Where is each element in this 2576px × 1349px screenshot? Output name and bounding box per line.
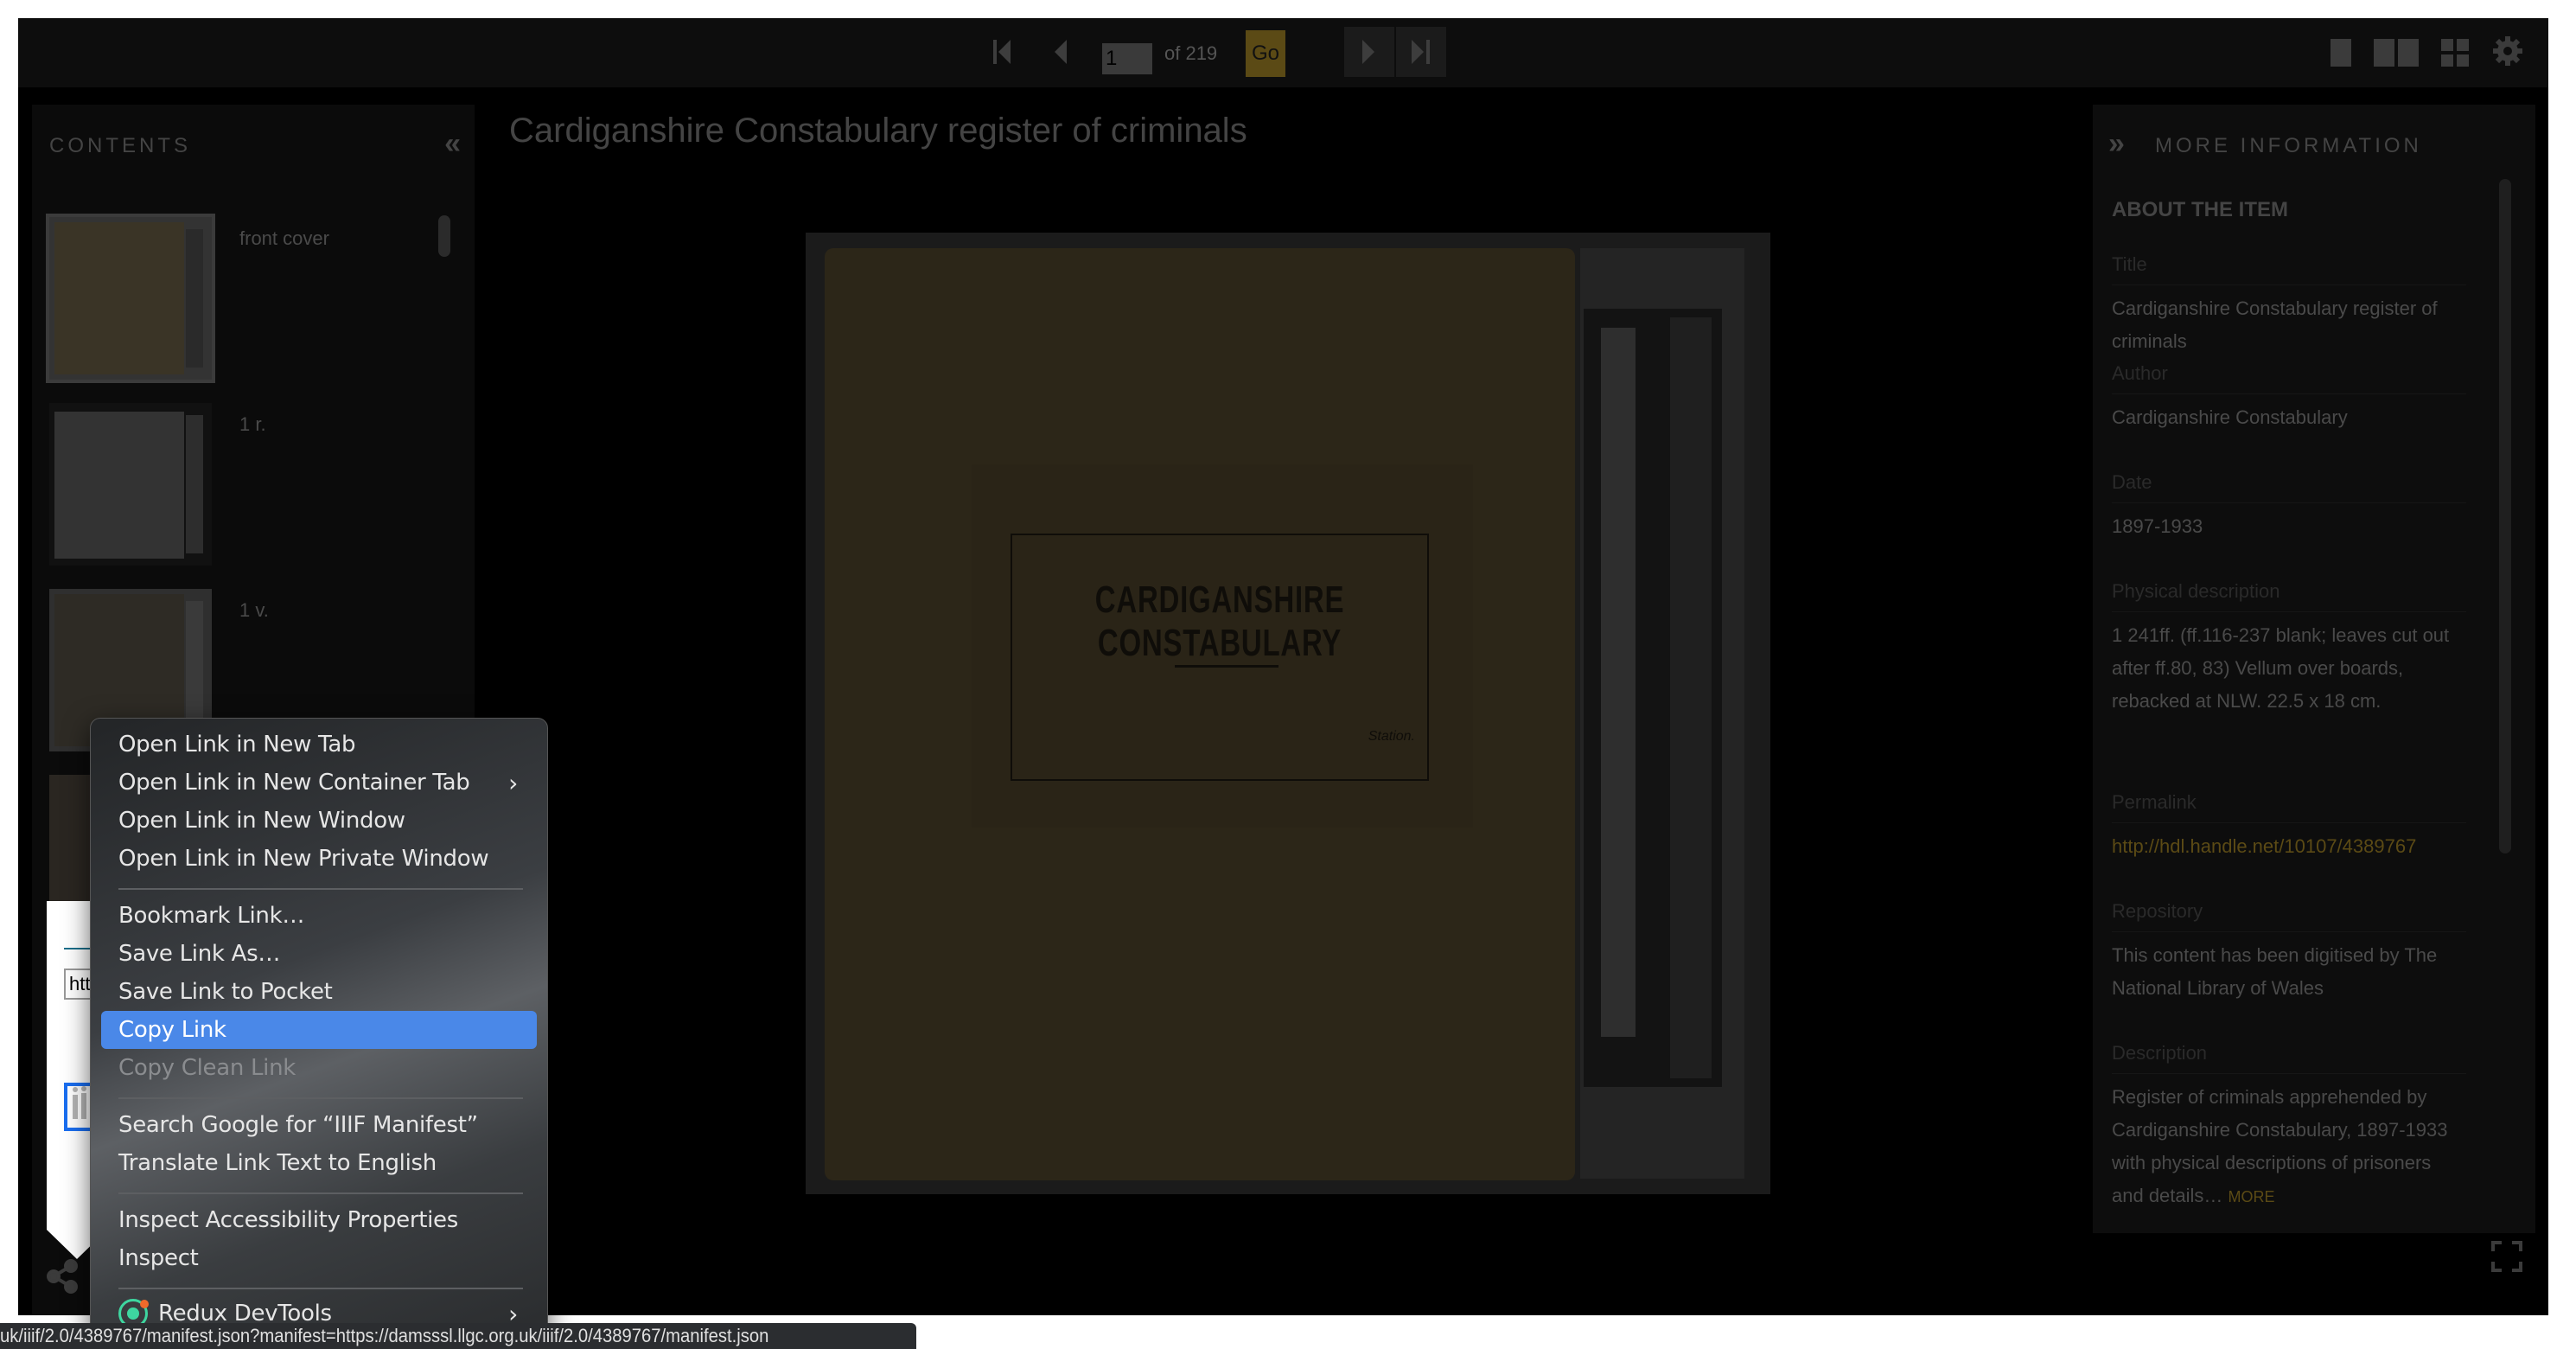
- gallery-icon: [2441, 39, 2453, 51]
- menu-separator: [118, 1288, 523, 1289]
- fullscreen-icon: [2491, 1241, 2522, 1272]
- view-mode-group: [2331, 18, 2524, 87]
- first-page-icon: [993, 40, 1011, 64]
- menu-separator: [118, 888, 523, 890]
- menu-open-new-tab[interactable]: Open Link in New Tab: [101, 726, 537, 764]
- metadata-physical-description: Physical description 1 241ff. (ff.116-23…: [2112, 580, 2466, 718]
- metadata-description: Description Register of criminals appreh…: [2112, 1042, 2466, 1213]
- fullscreen-button[interactable]: [2491, 1241, 2522, 1272]
- menu-open-container-tab[interactable]: Open Link in New Container Tab ›: [101, 764, 537, 802]
- more-information-title: MORE INFORMATION: [2155, 134, 2422, 157]
- menu-separator: [118, 1097, 523, 1099]
- collapse-info-button[interactable]: »: [2108, 127, 2125, 161]
- toolbar: of 219 Go: [18, 18, 2548, 87]
- menu-inspect[interactable]: Inspect: [101, 1239, 537, 1277]
- cover-station-text: Station.: [1368, 729, 1415, 744]
- page-image-viewport[interactable]: CARDIGANSHIRE CONSTABULARY Station.: [806, 233, 1770, 1194]
- collapse-contents-button[interactable]: «: [444, 127, 461, 161]
- color-ruler-image: [1580, 248, 1744, 1179]
- context-menu: Open Link in New Tab Open Link in New Co…: [90, 718, 548, 1340]
- last-page-icon: [1412, 40, 1430, 64]
- one-up-view-button[interactable]: [2331, 39, 2351, 67]
- next-page-icon: [1362, 40, 1374, 64]
- thumbnail-label: front cover: [239, 227, 329, 249]
- last-page-button[interactable]: [1396, 27, 1446, 77]
- share-icon: [47, 1259, 78, 1294]
- metadata-date: Date 1897-1933: [2112, 471, 2466, 543]
- item-title: Cardiganshire Constabulary register of c…: [509, 112, 1247, 150]
- double-chevron-right-icon: »: [2108, 127, 2125, 160]
- page-count: of 219: [1164, 42, 1218, 64]
- thumbnail-label: 1 v.: [239, 599, 269, 621]
- double-chevron-left-icon: «: [444, 127, 461, 160]
- thumbnail-item[interactable]: front cover: [46, 214, 456, 390]
- book-cover-image: CARDIGANSHIRE CONSTABULARY Station.: [825, 248, 1575, 1180]
- thumbnail-image: [49, 403, 212, 566]
- metadata-title: Title Cardiganshire Constabulary registe…: [2112, 253, 2466, 358]
- about-heading: ABOUT THE ITEM: [2112, 198, 2288, 221]
- one-up-icon: [2331, 39, 2351, 67]
- menu-open-private-window[interactable]: Open Link in New Private Window: [101, 840, 537, 878]
- gear-icon: [2493, 35, 2522, 66]
- menu-translate-link[interactable]: Translate Link Text to English: [101, 1144, 537, 1182]
- link-status-bar: uk/iiif/2.0/4389767/manifest.json?manife…: [0, 1323, 916, 1349]
- menu-separator: [118, 1192, 523, 1194]
- chevron-right-icon: ›: [508, 768, 518, 797]
- gallery-view-button[interactable]: [2441, 39, 2469, 67]
- menu-copy-link[interactable]: Copy Link: [101, 1011, 537, 1049]
- share-button[interactable]: [45, 1259, 80, 1294]
- thumbnail-item[interactable]: 1 r.: [49, 403, 456, 576]
- metadata-repository: Repository This content has been digitis…: [2112, 900, 2466, 1005]
- permalink-link[interactable]: http://hdl.handle.net/10107/4389767: [2112, 830, 2466, 863]
- menu-save-to-pocket[interactable]: Save Link to Pocket: [101, 973, 537, 1011]
- thumbnail-label: 1 r.: [239, 413, 266, 435]
- settings-button[interactable]: [2491, 35, 2524, 72]
- cover-label-text: CARDIGANSHIRE CONSTABULARY: [1094, 579, 1345, 664]
- two-up-icon: [2374, 39, 2394, 67]
- metadata-author: Author Cardiganshire Constabulary: [2112, 362, 2466, 434]
- next-page-button[interactable]: [1344, 27, 1394, 77]
- two-up-view-button[interactable]: [2374, 39, 2419, 67]
- menu-save-link-as[interactable]: Save Link As…: [101, 935, 537, 973]
- info-scrollbar[interactable]: [2499, 179, 2511, 854]
- thumbnail-image: [46, 214, 215, 383]
- prev-page-button[interactable]: [1035, 27, 1085, 77]
- menu-inspect-accessibility[interactable]: Inspect Accessibility Properties: [101, 1201, 537, 1239]
- metadata-permalink: Permalink http://hdl.handle.net/10107/43…: [2112, 791, 2466, 863]
- contents-title: CONTENTS: [49, 134, 191, 157]
- menu-search-google[interactable]: Search Google for “IIIF Manifest”: [101, 1106, 537, 1144]
- menu-bookmark-link[interactable]: Bookmark Link…: [101, 897, 537, 935]
- prev-page-icon: [1055, 40, 1067, 64]
- first-page-button[interactable]: [978, 27, 1028, 77]
- menu-copy-clean-link: Copy Clean Link: [118, 1055, 296, 1081]
- go-button[interactable]: Go: [1246, 30, 1285, 77]
- menu-open-new-window[interactable]: Open Link in New Window: [101, 802, 537, 840]
- more-link[interactable]: MORE: [2228, 1188, 2275, 1205]
- page-number-input[interactable]: [1102, 43, 1152, 74]
- more-information-panel: » MORE INFORMATION ABOUT THE ITEM Title …: [2093, 105, 2535, 1233]
